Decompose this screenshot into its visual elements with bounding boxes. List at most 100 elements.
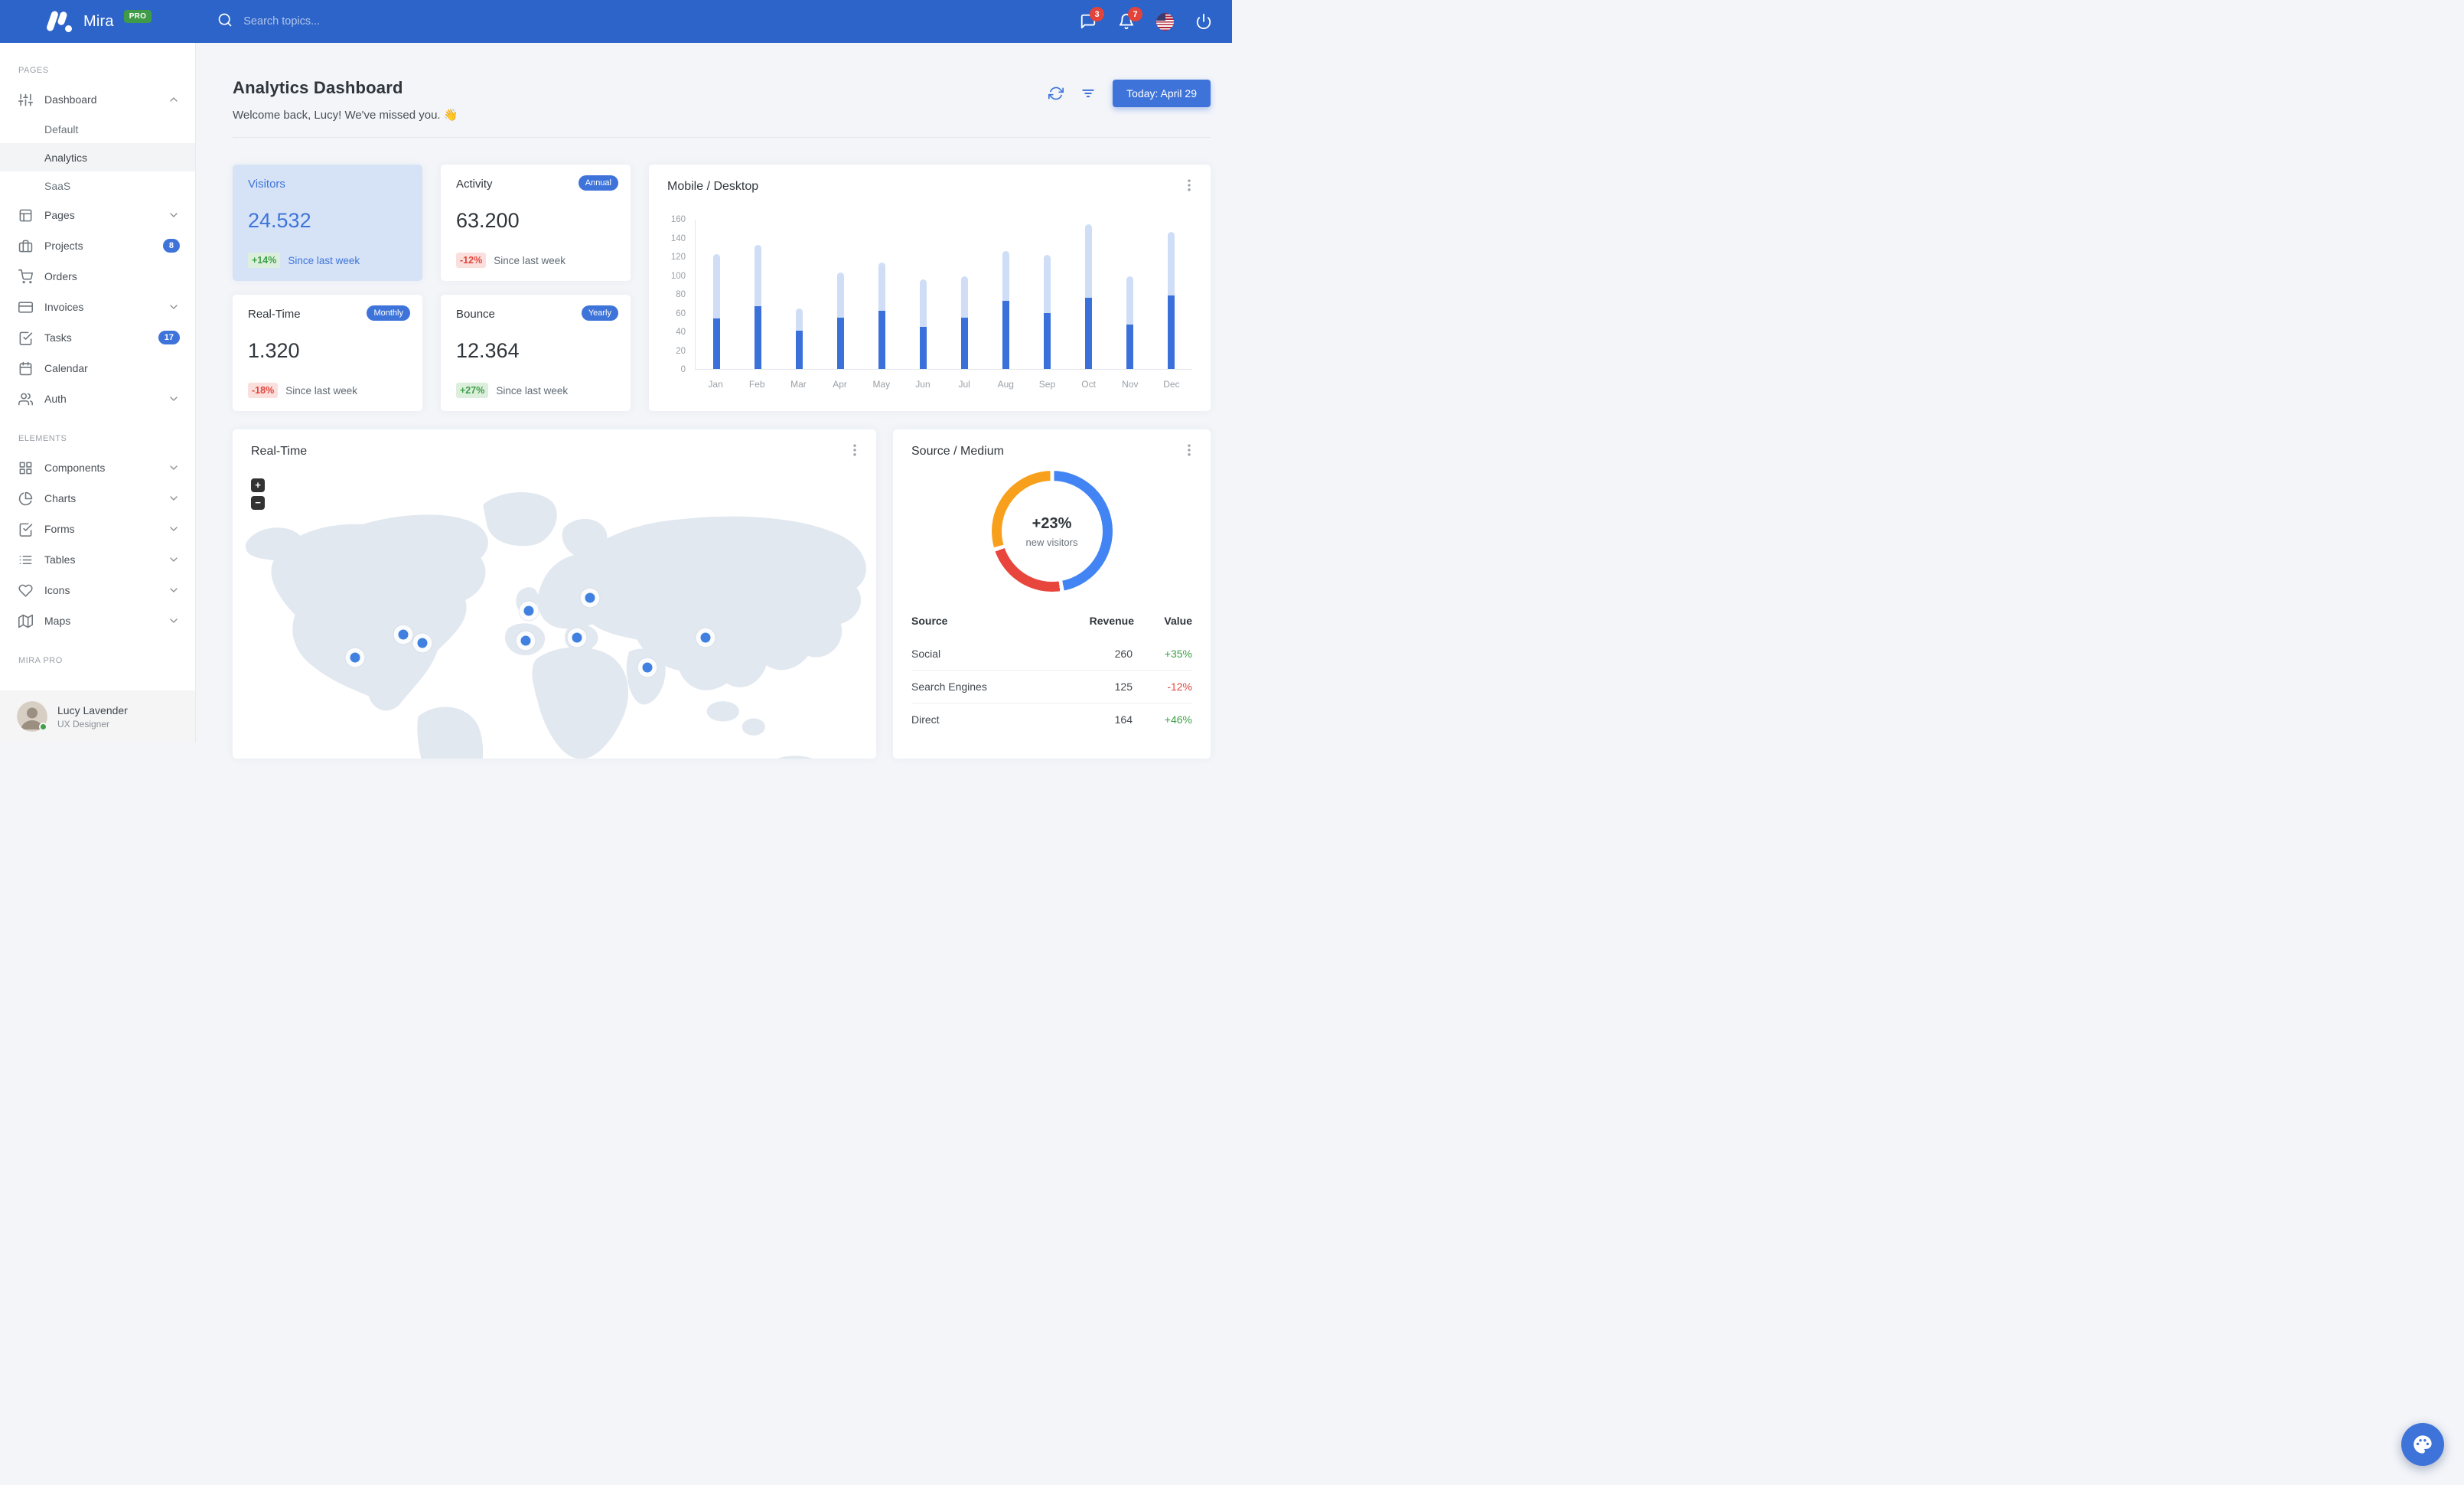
y-tick: 80 — [676, 290, 686, 299]
chart-kebab-menu-icon[interactable] — [1181, 177, 1197, 194]
bar-apr[interactable] — [820, 220, 861, 369]
check-square-icon — [18, 331, 33, 345]
donut-center-value: +23% — [1032, 514, 1072, 532]
x-tick: Mar — [790, 379, 807, 390]
sidebar-item-dashboard[interactable]: Dashboard — [0, 84, 195, 115]
sidebar-item-invoices[interactable]: Invoices — [0, 292, 195, 322]
bar-jan[interactable] — [696, 220, 737, 369]
power-icon[interactable] — [1195, 13, 1212, 30]
bar-segment-mobile — [1002, 301, 1010, 369]
bar-jul[interactable] — [944, 220, 985, 369]
sidebar-item-forms[interactable]: Forms — [0, 514, 195, 544]
period-badge[interactable]: Annual — [578, 175, 618, 191]
period-badge[interactable]: Monthly — [367, 305, 410, 321]
bar-segment-desktop — [754, 244, 761, 307]
sidebar-user[interactable]: Lucy Lavender UX Designer — [0, 690, 195, 742]
x-tick: Jul — [958, 379, 970, 390]
list-icon — [18, 553, 33, 567]
sidebar-item-auth[interactable]: Auth — [0, 383, 195, 414]
messages-icon[interactable]: 3 — [1080, 7, 1104, 30]
bar-aug[interactable] — [986, 220, 1027, 369]
sidebar-item-calendar[interactable]: Calendar — [0, 353, 195, 383]
theme-settings-fab[interactable] — [2401, 1423, 2444, 1466]
sidebar-item-projects[interactable]: Projects 8 — [0, 230, 195, 261]
navbar-actions: 3 7 — [1080, 7, 1232, 31]
bar-may[interactable] — [861, 220, 902, 369]
y-tick: 160 — [670, 215, 686, 224]
chart-y-axis: 0 20 40 60 80 100 120 140 160 — [667, 215, 695, 374]
chart-plot-area — [695, 220, 1192, 370]
chevron-down-icon — [168, 523, 180, 535]
table-row-direct: Direct 164 +46% — [911, 703, 1192, 736]
sidebar-section-label: PAGES — [18, 66, 49, 75]
bar-jun[interactable] — [902, 220, 944, 369]
sidebar-item-maps[interactable]: Maps — [0, 605, 195, 636]
brand[interactable]: Mira PRO — [45, 9, 152, 33]
notifications-bell-icon[interactable]: 7 — [1118, 7, 1142, 30]
map-marker[interactable] — [417, 638, 428, 648]
map-kebab-menu-icon[interactable] — [847, 442, 862, 459]
map-marker[interactable] — [350, 652, 360, 663]
stat-caption: Since last week — [288, 254, 360, 266]
search-input[interactable] — [243, 15, 458, 28]
brand-name: Mira — [83, 12, 114, 30]
chevron-up-icon — [168, 93, 180, 106]
map-marker[interactable] — [572, 632, 582, 643]
language-flag-icon[interactable] — [1156, 12, 1174, 31]
sidebar-item-tables[interactable]: Tables — [0, 544, 195, 575]
sidebar-badge: 17 — [158, 331, 180, 344]
world-map[interactable] — [233, 471, 876, 759]
sidebar-subitem-analytics[interactable]: Analytics — [0, 143, 195, 171]
map-icon — [18, 614, 33, 628]
sidebar-item-components[interactable]: Components — [0, 452, 195, 483]
sidebar-item-charts[interactable]: Charts — [0, 483, 195, 514]
map-marker[interactable] — [523, 605, 534, 616]
date-range-button[interactable]: Today: April 29 — [1113, 80, 1211, 107]
avatar[interactable] — [17, 701, 47, 732]
x-tick: Apr — [833, 379, 847, 390]
sidebar-subitem-saas[interactable]: SaaS — [0, 171, 195, 200]
map-marker[interactable] — [700, 632, 711, 643]
bar-feb[interactable] — [737, 220, 778, 369]
sidebar-subitem-default[interactable]: Default — [0, 115, 195, 143]
sidebar-item-tasks[interactable]: Tasks 17 — [0, 322, 195, 353]
pie-chart-icon — [18, 491, 33, 506]
stat-card-visitors: Visitors 24.532 +14% Since last week — [233, 165, 422, 281]
col-value: Value — [1164, 615, 1192, 627]
map-zoom-in-button[interactable]: + — [251, 478, 265, 492]
bar-oct[interactable] — [1068, 220, 1110, 369]
sidebar-item-pages[interactable]: Pages — [0, 200, 195, 230]
x-tick: Jan — [708, 379, 723, 390]
map-marker[interactable] — [642, 662, 653, 673]
user-role: UX Designer — [57, 718, 110, 729]
chevron-down-icon — [168, 492, 180, 504]
sidebar-item-orders[interactable]: Orders — [0, 261, 195, 292]
donut-chart-wrap: +23% new visitors — [911, 471, 1192, 592]
sidebar-section-label: ELEMENTS — [18, 434, 67, 443]
x-tick: Aug — [997, 379, 1014, 390]
bar-segment-mobile — [1044, 312, 1051, 369]
x-tick: Feb — [748, 379, 765, 390]
check-square-icon — [18, 522, 33, 537]
refresh-button[interactable] — [1048, 85, 1065, 102]
bar-dec[interactable] — [1151, 220, 1192, 369]
chevron-down-icon — [168, 209, 180, 221]
map-marker[interactable] — [585, 592, 595, 603]
map-marker[interactable] — [520, 635, 531, 646]
bar-segment-mobile — [712, 318, 720, 369]
filter-button[interactable] — [1080, 85, 1097, 102]
notifications-badge: 7 — [1128, 7, 1142, 21]
stat-caption: Since last week — [285, 384, 357, 397]
bar-segment-desktop — [1168, 231, 1175, 295]
map-zoom-out-button[interactable]: − — [251, 496, 265, 510]
bar-nov[interactable] — [1110, 220, 1151, 369]
chart-panel-title: Mobile / Desktop — [667, 180, 759, 193]
period-badge[interactable]: Yearly — [581, 305, 618, 321]
bar-mar[interactable] — [778, 220, 820, 369]
bar-segment-mobile — [919, 327, 927, 369]
source-kebab-menu-icon[interactable] — [1181, 442, 1197, 459]
delta-chip: +14% — [248, 253, 281, 268]
bar-sep[interactable] — [1027, 220, 1068, 369]
sidebar-item-icons[interactable]: Icons — [0, 575, 195, 605]
map-marker[interactable] — [398, 629, 409, 640]
